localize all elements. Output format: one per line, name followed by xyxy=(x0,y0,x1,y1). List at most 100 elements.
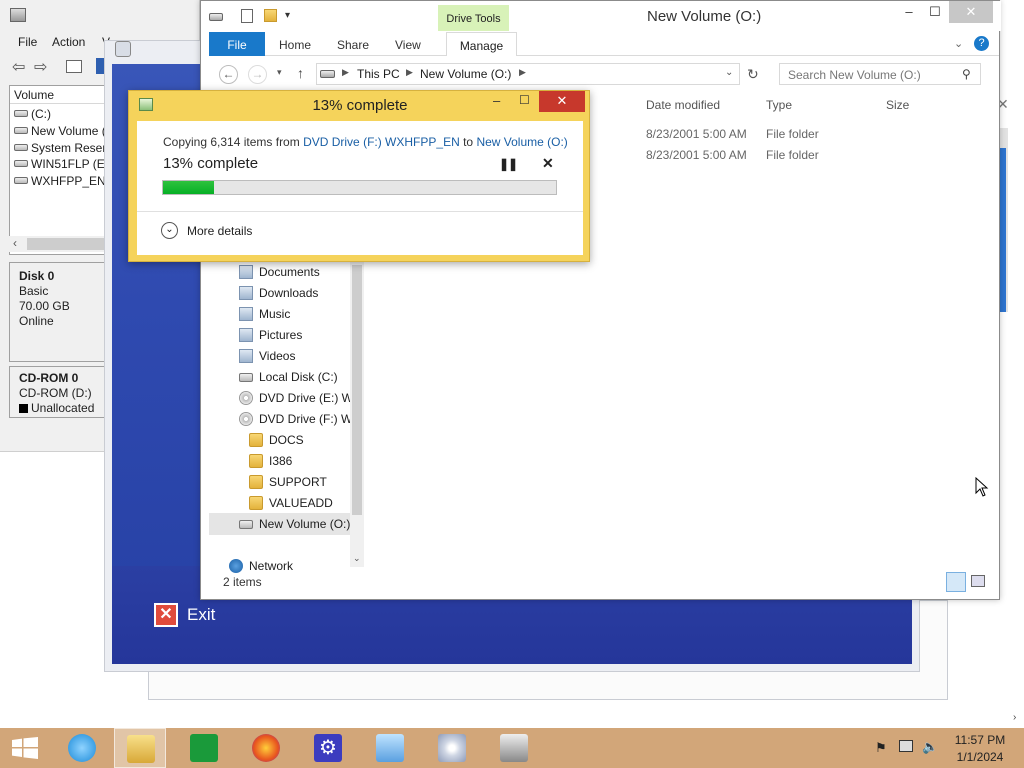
up-arrow-icon[interactable]: ↑ xyxy=(297,65,304,81)
tab-view[interactable]: View xyxy=(395,38,421,52)
chevron-right-icon[interactable]: › xyxy=(1013,712,1016,723)
nav-label: DOCS xyxy=(269,433,304,447)
column-type[interactable]: Type xyxy=(766,98,792,112)
tab-file[interactable]: File xyxy=(209,32,265,56)
copy-progress-bar xyxy=(162,180,557,195)
quick-access-dropdown-icon[interactable]: ▾ xyxy=(285,10,290,21)
column-date-modified[interactable]: Date modified xyxy=(646,98,720,112)
chevron-down-icon: ⌄ xyxy=(161,222,178,239)
volume-row[interactable]: WIN51FLP (E:) xyxy=(12,156,107,172)
address-dropdown-icon[interactable]: ⌄ xyxy=(725,67,733,78)
copy-dialog-titlebar[interactable]: 13% complete ‒ ☐ ✕ xyxy=(129,91,591,121)
library-icon xyxy=(239,307,253,321)
copy-progress-dialog: 13% complete ‒ ☐ ✕ Copying 6,314 items f… xyxy=(128,90,590,262)
background-vscrollbar[interactable] xyxy=(1000,128,1008,312)
volume-column-header[interactable]: Volume xyxy=(10,86,106,104)
search-icon[interactable]: ⚲ xyxy=(962,67,971,81)
column-size[interactable]: Size xyxy=(886,98,909,112)
cancel-copy-button[interactable]: ✕ xyxy=(542,155,554,172)
taskbar-firefox[interactable] xyxy=(240,728,292,768)
chevron-right-icon[interactable]: ▶ xyxy=(342,67,349,78)
disk0-type: Basic xyxy=(19,284,49,298)
scroll-left-icon[interactable]: ‹ xyxy=(13,236,17,250)
volume-row[interactable]: System Reserv xyxy=(12,140,107,156)
setup-app-icon xyxy=(115,41,131,57)
tab-share[interactable]: Share xyxy=(337,38,369,52)
ribbon-expand-icon[interactable]: ⌄ xyxy=(954,37,963,50)
nav-item-dvd-drive-f[interactable]: DVD Drive (F:) W) xyxy=(239,411,351,431)
destination-link[interactable]: New Volume (O:) xyxy=(476,135,567,149)
address-bar[interactable]: ▶ This PC ▶ New Volume (O:) ▶ ⌄ xyxy=(316,63,740,85)
new-folder-icon[interactable] xyxy=(264,9,277,22)
scroll-thumb[interactable] xyxy=(27,238,105,250)
navigation-pane-scrollbar[interactable]: ⌄ xyxy=(350,257,364,567)
maximize-button[interactable]: ☐ xyxy=(519,93,530,107)
taskbar-control-panel[interactable] xyxy=(364,728,416,768)
refresh-icon[interactable]: ↻ xyxy=(747,66,759,83)
details-view-button[interactable] xyxy=(946,572,966,592)
volume-row[interactable]: WXHFPP_EN ( xyxy=(12,173,107,189)
dm-menu-file[interactable]: File xyxy=(18,35,37,49)
dvd-icon xyxy=(239,391,253,405)
close-button[interactable]: ✕ xyxy=(539,91,585,112)
clock-date: 1/1/2024 xyxy=(956,750,1004,764)
taskbar-internet-explorer[interactable] xyxy=(56,728,108,768)
chevron-right-icon[interactable]: ▶ xyxy=(406,67,413,78)
disk-icon xyxy=(239,373,253,382)
pause-button[interactable]: ❚❚ xyxy=(499,157,518,171)
exit-button[interactable]: ✕ Exit xyxy=(154,602,234,630)
dm-menu-action[interactable]: Action xyxy=(52,35,85,49)
file-row[interactable]: 8/23/2001 5:00 AM File folder xyxy=(641,148,1001,168)
source-link[interactable]: DVD Drive (F:) WXHFPP_EN xyxy=(303,135,460,149)
disk-icon xyxy=(239,520,253,529)
volume-list-hscrollbar[interactable]: ‹ xyxy=(9,236,105,252)
scroll-down-icon[interactable]: ⌄ xyxy=(353,553,361,564)
taskbar-store[interactable] xyxy=(178,728,230,768)
forward-arrow-icon[interactable]: ⇨ xyxy=(34,57,47,77)
breadcrumb-this-pc[interactable]: This PC xyxy=(357,67,400,81)
nav-item-dvd-drive-e[interactable]: DVD Drive (E:) WI xyxy=(239,390,351,410)
back-arrow-icon[interactable]: ⇦ xyxy=(12,57,25,77)
exit-x-icon: ✕ xyxy=(154,603,178,627)
close-button[interactable]: ✕ xyxy=(949,1,993,23)
volume-muted-icon[interactable]: 🔈 xyxy=(922,739,938,755)
navigation-pane: Documents Downloads Music Pictures Video… xyxy=(209,257,361,573)
nav-label: New Volume (O:) xyxy=(259,517,351,531)
nav-item-new-volume-o[interactable]: New Volume (O:) xyxy=(239,516,351,536)
explorer-titlebar[interactable]: ▾ Drive Tools New Volume (O:) ‒ ☐ ✕ xyxy=(201,1,1001,31)
breadcrumb-new-volume[interactable]: New Volume (O:) xyxy=(420,67,511,81)
back-button[interactable]: ← xyxy=(219,65,238,84)
help-icon[interactable] xyxy=(96,58,104,74)
tab-home[interactable]: Home xyxy=(279,38,311,52)
cdrom0-panel[interactable]: CD-ROM 0 CD-ROM (D:) Unallocated xyxy=(9,366,105,418)
volume-row[interactable]: New Volume ( xyxy=(12,123,106,139)
properties-icon[interactable] xyxy=(241,9,253,23)
taskbar-setup[interactable] xyxy=(426,728,478,768)
chevron-right-icon[interactable]: ▶ xyxy=(519,67,526,78)
start-button[interactable] xyxy=(0,728,52,768)
disk0-panel[interactable]: Disk 0 Basic 70.00 GB Online xyxy=(9,262,105,362)
action-center-flag-icon[interactable]: ⚑ xyxy=(875,740,887,756)
recent-locations-icon[interactable]: ▾ xyxy=(277,67,282,78)
search-input[interactable]: Search New Volume (O:) ⚲ xyxy=(779,63,981,85)
taskbar-file-explorer[interactable] xyxy=(114,728,166,768)
forward-button[interactable]: → xyxy=(248,65,267,84)
properties-icon[interactable] xyxy=(66,60,82,73)
file-row[interactable]: 8/23/2001 5:00 AM File folder xyxy=(641,127,1001,147)
internet-explorer-icon xyxy=(68,734,96,762)
minimize-button[interactable]: ‒ xyxy=(493,93,500,108)
nav-label: Documents xyxy=(259,265,320,279)
taskbar-disk-management[interactable] xyxy=(488,728,540,768)
taskbar-settings[interactable]: ⚙ xyxy=(302,728,354,768)
large-icons-view-button[interactable] xyxy=(971,575,985,587)
legend-swatch xyxy=(19,404,28,413)
help-icon[interactable]: ? xyxy=(974,36,989,51)
exit-label: Exit xyxy=(187,605,216,624)
scroll-thumb[interactable] xyxy=(1000,148,1006,312)
scroll-thumb[interactable] xyxy=(352,265,362,515)
volume-row[interactable]: (C:) xyxy=(12,106,106,122)
tab-manage[interactable]: Manage xyxy=(446,32,517,56)
network-tray-icon[interactable] xyxy=(899,740,913,752)
file-type: File folder xyxy=(766,127,819,141)
taskbar-clock[interactable]: 11:57 PM 1/1/2024 xyxy=(940,732,1020,766)
